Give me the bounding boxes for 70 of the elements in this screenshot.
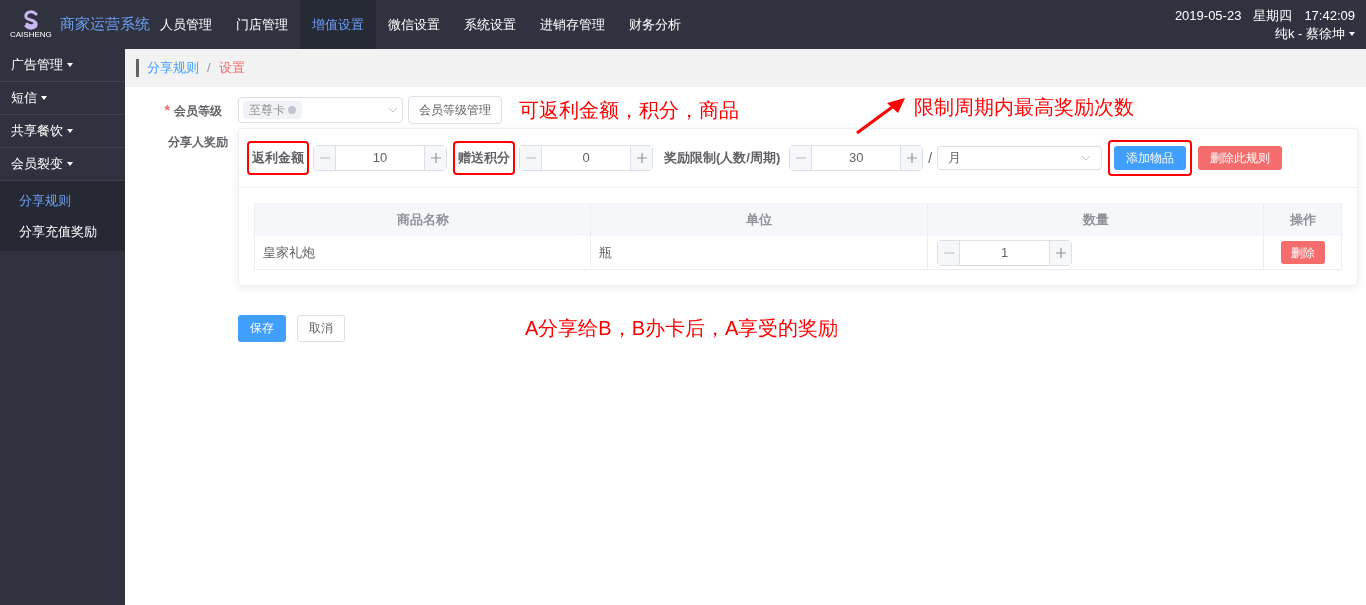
column-header: 商品名称 [255, 203, 592, 236]
plus-icon [636, 153, 647, 163]
plus-icon [430, 153, 441, 163]
logo-text: CAISHENG [10, 31, 52, 39]
close-icon[interactable] [288, 106, 296, 114]
table-cell: 皇家礼炮 [255, 236, 592, 269]
field-label: 分享人奖励 [167, 134, 229, 151]
minus-icon [525, 157, 536, 159]
number-stepper[interactable]: 30 [789, 145, 924, 171]
time-text: 17:42:09 [1304, 6, 1355, 25]
caret-icon [67, 63, 73, 67]
column-header: 单位 [591, 203, 929, 236]
stepper-value: 10 [371, 149, 389, 168]
number-stepper[interactable]: 0 [519, 145, 653, 171]
minus-icon [795, 157, 806, 159]
number-stepper[interactable]: 10 [313, 145, 447, 171]
plus-icon [906, 153, 917, 163]
field-label: 返利金额 [247, 141, 309, 175]
member-level-manage-button[interactable]: 会员等级管理 [408, 96, 502, 124]
nav-tab[interactable]: 门店管理 [224, 0, 300, 49]
minus-button[interactable] [314, 146, 336, 170]
chevron-icon [1081, 155, 1092, 161]
app-title: 商家运营系统 [59, 14, 150, 35]
stepper-value: 30 [848, 149, 865, 168]
plus-button[interactable] [900, 146, 923, 170]
column-header: 数量 [928, 203, 1265, 236]
chevron-icon [388, 107, 398, 113]
sidebar-item[interactable]: 共享餐饮 [0, 115, 125, 148]
minus-button[interactable] [938, 240, 961, 265]
minus-button[interactable] [520, 146, 542, 170]
required-mark: * [164, 101, 170, 118]
plus-icon [1055, 247, 1066, 258]
plus-button[interactable] [1049, 240, 1072, 265]
caret-icon [1349, 31, 1355, 36]
sidebar-subitem[interactable]: 分享充值奖励 [0, 216, 125, 247]
sidebar-subitem[interactable]: 分享规则 [0, 185, 125, 216]
annotation-arrow [855, 95, 907, 135]
selected-tag: 至尊卡 [243, 101, 302, 119]
nav-tab[interactable]: 系统设置 [452, 0, 528, 49]
breadcrumb-separator: / [207, 59, 211, 78]
table-cell: 瓶 [591, 236, 929, 269]
caret-icon [67, 162, 73, 166]
sidebar-item[interactable]: 短信 [0, 82, 125, 115]
field-label: 赠送积分 [453, 141, 515, 175]
nav-tab[interactable]: 进销存管理 [528, 0, 617, 49]
caret-icon [67, 129, 73, 133]
weekday-text: 星期四 [1253, 6, 1293, 25]
number-stepper[interactable]: 1 [937, 239, 1073, 266]
plus-button[interactable] [630, 146, 652, 170]
nav-tab[interactable]: 微信设置 [376, 0, 452, 49]
field-label: 奖励限制(人数/周期) [663, 149, 782, 168]
minus-icon [943, 251, 954, 254]
field-label: 会员等级 [174, 103, 222, 118]
stepper-value: 0 [581, 149, 591, 168]
nav-tab[interactable]: 增值设置 [300, 0, 376, 49]
caret-icon [41, 96, 47, 100]
minus-icon [319, 157, 330, 159]
stepper-value: 1 [1000, 243, 1010, 262]
plus-button[interactable] [424, 146, 446, 170]
separator-text: / [928, 148, 933, 168]
annotation-text: 限制周期内最高奖励次数 [914, 95, 1134, 120]
annotation-text: A分享给B，B办卡后，A享受的奖励 [525, 316, 839, 341]
annotation-text: 可返利金额，积分，商品 [519, 98, 739, 123]
cancel-button[interactable]: 取消 [297, 314, 345, 342]
period-select[interactable]: 月 [937, 146, 1103, 170]
minus-button[interactable] [790, 146, 813, 170]
date-text: 2019-05-23 [1174, 6, 1242, 25]
column-header: 操作 [1264, 203, 1341, 236]
nav-tab[interactable]: 财务分析 [617, 0, 693, 49]
user-menu[interactable]: 纯k - 蔡徐坤 [1274, 24, 1355, 43]
